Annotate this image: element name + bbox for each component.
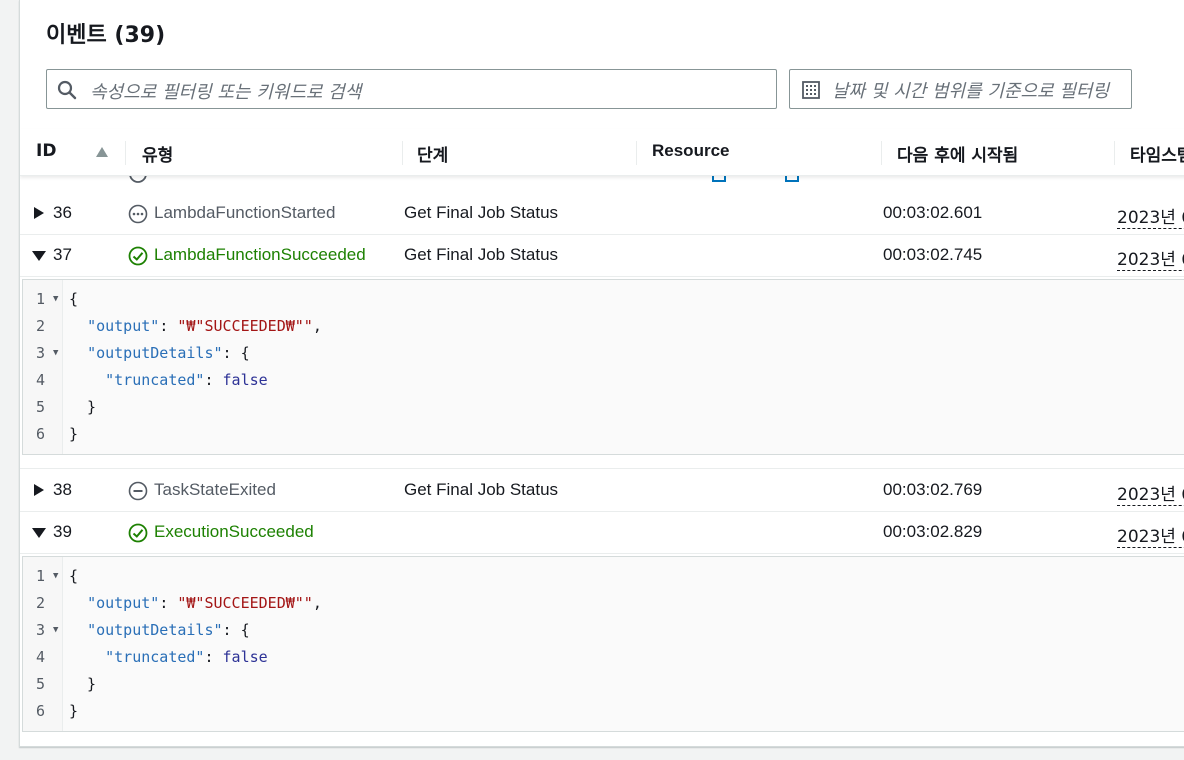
page-title: 이벤트 (39) — [46, 17, 165, 49]
event-time: 00:03:02.745 — [883, 245, 983, 264]
event-timestamp[interactable]: 2023년 6 — [1117, 522, 1184, 548]
event-time: 00:03:02.601 — [883, 203, 983, 222]
events-panel: 이벤트 (39) 속성으로 필터링 또는 키워드로 검색 날짜 및 시간 범위를… — [19, 0, 1184, 747]
column-started-after[interactable]: 다음 후에 시작됨 — [897, 141, 1018, 166]
event-timestamp[interactable]: 2023년 6 — [1117, 203, 1184, 229]
event-step: Get Final Job Status — [404, 480, 559, 499]
event-time: 00:03:02.829 — [883, 522, 983, 541]
calendar-icon — [802, 81, 820, 99]
event-details-code[interactable]: 1 ▼ { 2 "output": "₩"SUCCEEDED₩"", 3 ▼ "… — [22, 556, 1184, 732]
code-line: "outputDetails": { — [87, 621, 250, 639]
code-line: { — [69, 567, 79, 585]
event-id: 37 — [53, 245, 72, 264]
column-resource[interactable]: Resource — [652, 141, 729, 161]
row-spacer — [20, 455, 1184, 469]
fold-icon[interactable]: ▼ — [53, 571, 58, 581]
code-line: } — [69, 398, 97, 416]
external-link-icon[interactable] — [785, 176, 799, 182]
column-id[interactable]: ID — [36, 141, 56, 161]
table-row[interactable]: 39 ExecutionSucceeded 00:03:02.829 2023년… — [20, 512, 1184, 554]
event-type: ExecutionSucceeded — [154, 522, 314, 541]
code-line: } — [69, 425, 79, 443]
line-number: 4 — [36, 648, 46, 666]
code-line: "output": "₩"SUCCEEDED₩"", — [87, 317, 322, 335]
search-input[interactable]: 속성으로 필터링 또는 키워드로 검색 — [46, 69, 777, 109]
title-text: 이벤트 — [46, 23, 107, 48]
collapse-caret-icon[interactable] — [32, 528, 46, 538]
event-time: 00:03:02.769 — [883, 480, 983, 499]
fold-icon[interactable]: ▼ — [53, 625, 58, 635]
column-type[interactable]: 유형 — [142, 141, 173, 166]
line-number: 3 — [36, 344, 46, 362]
event-type: LambdaFunctionStarted — [154, 203, 336, 222]
line-number: 6 — [36, 702, 46, 720]
line-number: 6 — [36, 425, 46, 443]
table-row[interactable]: 38 TaskStateExited Get Final Job Status … — [20, 470, 1184, 512]
column-step[interactable]: 단계 — [417, 141, 448, 166]
in-progress-icon — [128, 204, 148, 224]
event-id: 38 — [53, 480, 72, 499]
code-line: { — [69, 290, 79, 308]
fold-icon[interactable]: ▼ — [53, 348, 58, 358]
event-count: (39) — [114, 23, 166, 48]
event-details-code[interactable]: 1 ▼ { 2 "output": "₩"SUCCEEDED₩"", 3 ▼ "… — [22, 279, 1184, 455]
column-divider[interactable] — [881, 141, 882, 165]
success-icon — [128, 523, 148, 543]
external-link-icon[interactable] — [712, 176, 726, 182]
event-timestamp[interactable]: 2023년 6 — [1117, 245, 1184, 271]
table-row[interactable]: 36 LambdaFunctionStarted Get Final Job S… — [20, 193, 1184, 235]
column-timestamp[interactable]: 타임스탬 — [1130, 141, 1184, 166]
line-number: 1 — [36, 290, 46, 308]
expand-caret-icon[interactable] — [34, 484, 44, 496]
line-number: 4 — [36, 371, 46, 389]
line-number: 2 — [36, 594, 46, 612]
table-row-clipped — [20, 176, 1184, 194]
line-number: 5 — [36, 675, 46, 693]
code-line: "truncated": false — [105, 371, 268, 389]
column-divider[interactable] — [1114, 141, 1115, 165]
table-header: ID 유형 단계 Resource 다음 후에 시작됨 타임스탬 — [20, 129, 1184, 176]
event-timestamp[interactable]: 2023년 6 — [1117, 480, 1184, 506]
date-filter-placeholder: 날짜 및 시간 범위를 기준으로 필터링 — [832, 81, 1110, 102]
code-line: } — [69, 675, 97, 693]
fold-icon[interactable]: ▼ — [53, 294, 58, 304]
in-progress-icon — [129, 176, 147, 183]
event-step: Get Final Job Status — [404, 245, 559, 264]
column-divider[interactable] — [402, 141, 403, 165]
line-number: 1 — [36, 567, 46, 585]
expand-caret-icon[interactable] — [34, 207, 44, 219]
stopped-icon — [128, 481, 148, 501]
line-number: 5 — [36, 398, 46, 416]
code-line: "output": "₩"SUCCEEDED₩"", — [87, 594, 322, 612]
search-placeholder: 속성으로 필터링 또는 키워드로 검색 — [90, 82, 362, 103]
event-id: 39 — [53, 522, 72, 541]
event-type: TaskStateExited — [154, 480, 276, 499]
event-type: LambdaFunctionSucceeded — [154, 245, 366, 264]
collapse-caret-icon[interactable] — [32, 251, 46, 261]
date-range-filter[interactable]: 날짜 및 시간 범위를 기준으로 필터링 — [789, 69, 1132, 109]
success-icon — [128, 246, 148, 266]
line-number: 3 — [36, 621, 46, 639]
search-icon — [57, 80, 77, 100]
line-number: 2 — [36, 317, 46, 335]
column-divider[interactable] — [125, 141, 126, 165]
code-line: "outputDetails": { — [87, 344, 250, 362]
event-step: Get Final Job Status — [404, 203, 559, 222]
code-line: "truncated": false — [105, 648, 268, 666]
column-divider[interactable] — [636, 141, 637, 165]
sort-ascending-icon[interactable] — [96, 147, 108, 157]
code-line: } — [69, 702, 79, 720]
table-row[interactable]: 37 LambdaFunctionSucceeded Get Final Job… — [20, 235, 1184, 277]
event-id: 36 — [53, 203, 72, 222]
